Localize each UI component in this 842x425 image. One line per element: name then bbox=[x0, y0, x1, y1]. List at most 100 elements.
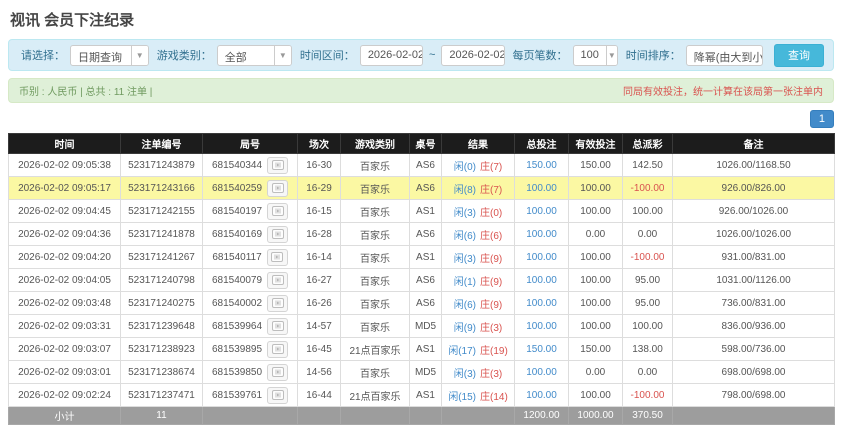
search-button[interactable]: 查询 bbox=[774, 44, 824, 67]
total-bet-link[interactable]: 100.00 bbox=[515, 200, 569, 223]
bet-records-table: 时间注单编号局号场次游戏类别桌号结果总投注有效投注总派彩备注 2026-02-0… bbox=[8, 133, 835, 425]
total-bet-link[interactable]: 100.00 bbox=[515, 361, 569, 384]
page-title: 视讯 会员下注纪录 bbox=[10, 9, 834, 30]
select-type-label: 请选择： bbox=[21, 47, 65, 63]
valid-bet: 100.00 bbox=[569, 246, 623, 269]
filter-bar: 请选择： 日期查询 ▼ 游戏类别： 全部 ▼ 时间区间： 2026-02-02 … bbox=[8, 39, 834, 71]
table-row: 2026-02-02 09:03:01 523171238674 6815398… bbox=[9, 361, 835, 384]
player-result: 闲(8) bbox=[454, 185, 476, 196]
valid-bet-note-text: 同局有效投注，统一计算在该局第一张注单内 bbox=[623, 83, 823, 98]
valid-bet: 150.00 bbox=[569, 154, 623, 177]
total-bet-link[interactable]: 150.00 bbox=[515, 338, 569, 361]
column-header: 备注 bbox=[673, 134, 835, 154]
video-replay-icon bbox=[272, 183, 284, 193]
subtotal-valid-bet: 1000.00 bbox=[569, 407, 623, 425]
total-bet-link[interactable]: 100.00 bbox=[515, 246, 569, 269]
total-bet-link[interactable]: 100.00 bbox=[515, 223, 569, 246]
date-end-select[interactable]: 2026-02-02 ▼ bbox=[441, 45, 504, 66]
order-number: 523171238923 bbox=[121, 338, 203, 361]
round-replay-button[interactable] bbox=[267, 295, 288, 312]
session-round: 16-44 bbox=[298, 384, 341, 407]
banker-result: 庄(0) bbox=[480, 208, 502, 219]
banker-result: 庄(9) bbox=[480, 254, 502, 265]
round-number: 681539850 bbox=[212, 367, 262, 378]
balance-note: 1026.00/1168.50 bbox=[673, 154, 835, 177]
result-cell: 闲(1)庄(9) bbox=[442, 269, 515, 292]
round-replay-button[interactable] bbox=[267, 272, 288, 289]
total-bet-link[interactable]: 100.00 bbox=[515, 292, 569, 315]
round-replay-button[interactable] bbox=[267, 387, 288, 404]
currency-total-text: 币别 : 人民币 | 总共 : 11 注单 | bbox=[19, 83, 152, 98]
range-tilde: ~ bbox=[428, 49, 436, 61]
video-replay-icon bbox=[272, 344, 284, 354]
total-payout: 100.00 bbox=[623, 315, 673, 338]
game-type-select[interactable]: 全部 ▼ bbox=[217, 45, 292, 66]
round-replay-button[interactable] bbox=[267, 364, 288, 381]
result-cell: 闲(15) 庄(14) bbox=[442, 384, 515, 407]
player-result: 闲(6) bbox=[454, 300, 476, 311]
valid-bet: 100.00 bbox=[569, 384, 623, 407]
balance-note: 1031.00/1126.00 bbox=[673, 269, 835, 292]
session-round: 16-27 bbox=[298, 269, 341, 292]
table-id: AS6 bbox=[410, 154, 442, 177]
result-cell: 闲(6)庄(6) bbox=[442, 223, 515, 246]
total-bet-link[interactable]: 100.00 bbox=[515, 269, 569, 292]
order-number: 523171243166 bbox=[121, 177, 203, 200]
session-round: 14-56 bbox=[298, 361, 341, 384]
player-result: 闲(15) bbox=[448, 392, 476, 403]
balance-note: 836.00/936.00 bbox=[673, 315, 835, 338]
bet-time: 2026-02-02 09:03:48 bbox=[9, 292, 121, 315]
time-sort-select[interactable]: 降幂(由大到小) ▼ bbox=[686, 45, 763, 66]
total-bet-link[interactable]: 100.00 bbox=[515, 384, 569, 407]
round-replay-button[interactable] bbox=[267, 249, 288, 266]
total-bet-link[interactable]: 100.00 bbox=[515, 177, 569, 200]
bet-time: 2026-02-02 09:05:17 bbox=[9, 177, 121, 200]
result-cell: 闲(3)庄(0) bbox=[442, 200, 515, 223]
game-type: 21点百家乐 bbox=[341, 338, 410, 361]
query-type-select[interactable]: 日期查询 ▼ bbox=[70, 45, 149, 66]
per-page-select[interactable]: 100 ▼ bbox=[573, 45, 618, 66]
per-page-label: 每页笔数： bbox=[513, 47, 568, 63]
page: 视讯 会员下注纪录 请选择： 日期查询 ▼ 游戏类别： 全部 ▼ 时间区间： 2… bbox=[0, 0, 842, 425]
round-replay-button[interactable] bbox=[267, 157, 288, 174]
table-id: AS1 bbox=[410, 384, 442, 407]
page-1-button[interactable]: 1 bbox=[810, 110, 834, 128]
session-round: 16-30 bbox=[298, 154, 341, 177]
table-id: AS6 bbox=[410, 269, 442, 292]
table-row: 2026-02-02 09:03:48 523171240275 6815400… bbox=[9, 292, 835, 315]
balance-note: 798.00/698.00 bbox=[673, 384, 835, 407]
round-number: 681539895 bbox=[212, 344, 262, 355]
order-number: 523171239648 bbox=[121, 315, 203, 338]
date-start-select[interactable]: 2026-02-02 ▼ bbox=[360, 45, 423, 66]
player-result: 闲(6) bbox=[454, 231, 476, 242]
round-replay-button[interactable] bbox=[267, 180, 288, 197]
valid-bet: 0.00 bbox=[569, 223, 623, 246]
table-id: AS1 bbox=[410, 338, 442, 361]
order-number: 523171242155 bbox=[121, 200, 203, 223]
game-type: 百家乐 bbox=[341, 177, 410, 200]
game-type-value: 全部 bbox=[218, 46, 254, 65]
total-bet-link[interactable]: 100.00 bbox=[515, 315, 569, 338]
result-cell: 闲(9)庄(3) bbox=[442, 315, 515, 338]
column-header: 有效投注 bbox=[569, 134, 623, 154]
player-result: 闲(9) bbox=[454, 323, 476, 334]
bet-time: 2026-02-02 09:04:45 bbox=[9, 200, 121, 223]
banker-result: 庄(9) bbox=[480, 277, 502, 288]
player-result: 闲(17) bbox=[448, 346, 476, 357]
round-replay-button[interactable] bbox=[267, 318, 288, 335]
video-replay-icon bbox=[272, 160, 284, 170]
video-replay-icon bbox=[272, 367, 284, 377]
total-bet-link[interactable]: 150.00 bbox=[515, 154, 569, 177]
round-replay-button[interactable] bbox=[267, 203, 288, 220]
video-replay-icon bbox=[272, 275, 284, 285]
round-replay-button[interactable] bbox=[267, 226, 288, 243]
table-row: 2026-02-02 09:05:38 523171243879 6815403… bbox=[9, 154, 835, 177]
pagination: 1 bbox=[8, 110, 834, 128]
banker-result: 庄(14) bbox=[480, 392, 508, 403]
order-number: 523171240275 bbox=[121, 292, 203, 315]
session-round: 16-14 bbox=[298, 246, 341, 269]
round-number: 681540259 bbox=[212, 183, 262, 194]
balance-note: 698.00/698.00 bbox=[673, 361, 835, 384]
bet-time: 2026-02-02 09:05:38 bbox=[9, 154, 121, 177]
round-replay-button[interactable] bbox=[267, 341, 288, 358]
